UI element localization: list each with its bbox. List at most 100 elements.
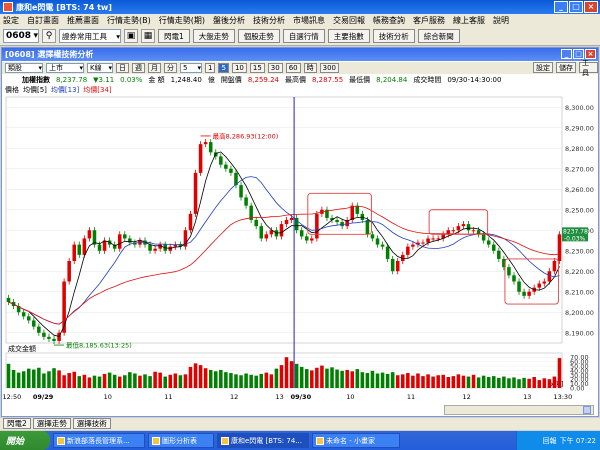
search-icon[interactable]: ⚲	[42, 29, 56, 43]
candle-body	[491, 244, 496, 251]
candle-body	[32, 320, 36, 327]
period-button[interactable]: 10	[231, 63, 247, 73]
period-button[interactable]: 月	[148, 63, 161, 73]
volume-bar	[259, 373, 264, 388]
chart-type-select[interactable]: K線 ▾	[87, 63, 113, 73]
menu-item[interactable]: 行情走勢(B)	[107, 15, 151, 26]
taskbar-item[interactable]: 康和e閃電 [BTS: 74...	[217, 433, 309, 448]
toolbar-button[interactable]: 綜合新聞	[417, 29, 460, 43]
candle-body	[198, 144, 203, 173]
minimize-button[interactable]: _	[554, 1, 568, 13]
toolbar-button[interactable]: 自選行情	[282, 29, 325, 43]
candle-body	[203, 142, 208, 145]
volume-bar	[239, 375, 243, 388]
candle-body	[208, 142, 213, 153]
volume-bar	[6, 363, 11, 388]
toolbar-button[interactable]: 閃電1	[158, 29, 190, 43]
menu-item[interactable]: 帳務查詢	[373, 15, 405, 26]
time-label: 成交時間	[413, 76, 442, 84]
period-select[interactable]: 5 ▾	[180, 63, 202, 73]
period-button[interactable]: 60	[285, 63, 301, 73]
tool-select[interactable]: 證券常用工具 ▾	[59, 29, 121, 43]
maximize-button[interactable]: □	[569, 1, 583, 13]
stock-code-input[interactable]: 0608 ▾	[3, 29, 39, 43]
taskbar-item[interactable]: 圖形分析表	[148, 433, 214, 448]
menu-item[interactable]: 推薦畫面	[67, 15, 99, 26]
period-button[interactable]: 30	[267, 63, 283, 73]
inner-minimize-button[interactable]: _	[561, 49, 572, 59]
volume-bar	[375, 373, 380, 388]
period-button[interactable]: 15	[249, 63, 265, 73]
taskbar-item[interactable]: 未命名 - 小畫家	[312, 433, 400, 448]
volume-bar	[77, 376, 82, 388]
candle-body	[52, 338, 56, 341]
app-icon	[57, 436, 65, 445]
volume-bar	[522, 377, 526, 388]
volume-bar	[284, 357, 289, 388]
tab-option-tech[interactable]: 選擇技術	[72, 418, 111, 429]
candle-body	[193, 172, 198, 214]
x-tick-label: 10	[104, 393, 112, 401]
tab-option-trend[interactable]: 選擇走勢	[32, 418, 71, 429]
scroll-thumb[interactable]	[583, 406, 591, 414]
start-button[interactable]: 開始	[0, 431, 50, 450]
screen-icon[interactable]: ▣	[124, 29, 138, 43]
volume-bar	[486, 377, 491, 388]
tools-button[interactable]: 工具	[579, 59, 598, 77]
period-button[interactable]: 時	[303, 63, 317, 73]
layout-icon[interactable]: ▦	[141, 29, 155, 43]
menu-item[interactable]: 盤後分析	[213, 15, 245, 26]
volume-bar	[102, 373, 107, 388]
tab-lightning2[interactable]: 閃電2	[3, 418, 31, 429]
toolbar-button[interactable]: 技術分析	[372, 29, 415, 43]
close-button[interactable]: ×	[584, 1, 598, 13]
menu-item[interactable]: 技術分析	[253, 15, 285, 26]
candle-body	[537, 283, 542, 288]
menu-item[interactable]: 線上客服	[453, 15, 485, 26]
menu-item[interactable]: 行情走勢(期)	[159, 15, 205, 26]
menu-item[interactable]: 說明	[493, 15, 509, 26]
toolbar-button[interactable]: 大盤走勢	[192, 29, 235, 43]
volume-bar	[249, 374, 253, 388]
period-select-value: 5	[183, 64, 188, 72]
x-tick-label: 12	[462, 393, 470, 401]
volume-bar	[143, 374, 147, 388]
menu-item[interactable]: 自訂畫面	[27, 15, 59, 26]
menu-item[interactable]: 客戶服務	[413, 15, 445, 26]
price-volume-chart[interactable]: 8,300.00 8,290.00 8,280.00 8,270.00 8,260.00…	[2, 95, 598, 403]
period-button[interactable]: 300	[319, 63, 339, 73]
candle-body	[67, 261, 71, 282]
chart-area[interactable]: 8,300.00 8,290.00 8,280.00 8,270.00 8,260.00…	[2, 95, 598, 403]
volume-bar	[82, 374, 87, 388]
chart-controls: 類股 ▾ 上市 ▾ K線 ▾ 日 週 月 分 5 ▾ 1 5 10 15 30 60 時…	[2, 59, 598, 77]
period-button[interactable]: 5	[218, 63, 229, 73]
period-button[interactable]: 分	[164, 63, 177, 73]
menu-item[interactable]: 設定	[3, 15, 19, 26]
type-select[interactable]: 類股 ▾	[5, 63, 43, 73]
volume-bar	[173, 373, 178, 388]
volume-bar	[163, 376, 167, 388]
candle-body	[168, 246, 173, 251]
taskbar: 開始 新浪部落長管理系... 圖形分析表 康和e閃電 [BTS: 74... 未…	[0, 431, 600, 450]
taskbar-item[interactable]: 新浪部落長管理系...	[53, 433, 145, 448]
candle-body	[385, 246, 390, 259]
tray-label[interactable]: 回報	[543, 436, 557, 446]
horizontal-scrollbar[interactable]	[444, 405, 594, 415]
open-label: 開盤價	[220, 76, 242, 84]
menu-item[interactable]: 交易回報	[333, 15, 365, 26]
save-button[interactable]: 儲存	[556, 62, 576, 73]
volume-title: 成交金額	[8, 344, 36, 353]
period-button[interactable]: 週	[132, 63, 145, 73]
menu-item[interactable]: 市場訊息	[293, 15, 325, 26]
app-icon	[3, 2, 13, 12]
volume-bar	[62, 375, 66, 388]
volume-bar	[421, 376, 425, 388]
candle-body	[451, 230, 456, 232]
market-select[interactable]: 上市 ▾	[46, 63, 84, 73]
settings-button[interactable]: 設定	[533, 62, 553, 73]
toolbar-button[interactable]: 個股走勢	[237, 29, 280, 43]
toolbar-button[interactable]: 主要指數	[327, 29, 370, 43]
period-button[interactable]: 1	[205, 63, 216, 73]
period-button[interactable]: 日	[116, 63, 129, 73]
volume-bar	[97, 376, 102, 388]
